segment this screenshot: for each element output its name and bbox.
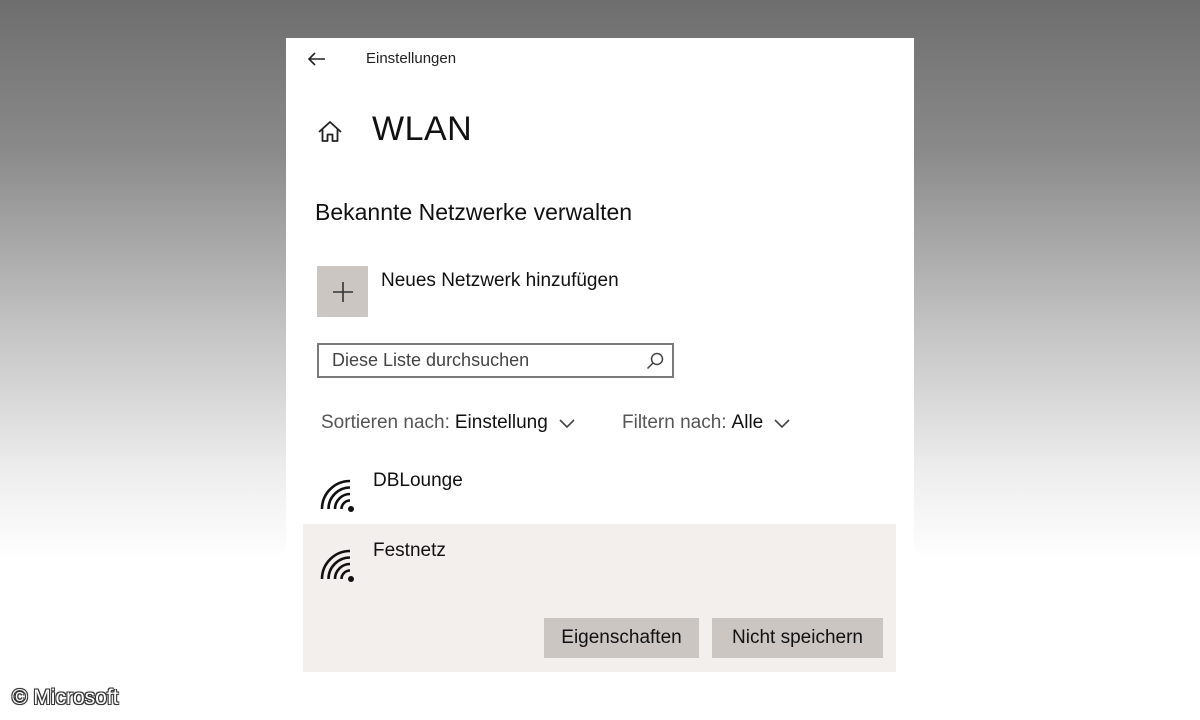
chevron-down-icon xyxy=(559,419,575,429)
add-network-tile[interactable] xyxy=(317,266,368,317)
copyright-watermark: © Microsoft xyxy=(12,686,119,709)
network-item-dblounge[interactable]: DBLounge xyxy=(303,456,896,524)
wifi-icon xyxy=(320,549,354,582)
sort-dropdown[interactable]: Sortieren nach: Einstellung xyxy=(321,412,576,434)
plus-icon xyxy=(332,281,353,302)
network-name: Festnetz xyxy=(373,540,446,561)
filter-value: Alle xyxy=(731,412,764,433)
sort-label: Sortieren nach: xyxy=(321,412,450,433)
properties-button[interactable]: Eigenschaften xyxy=(544,618,699,658)
add-network-label: Neues Netzwerk hinzufügen xyxy=(381,270,619,291)
search-input[interactable] xyxy=(319,345,652,376)
wifi-icon xyxy=(320,479,354,512)
search-icon[interactable] xyxy=(646,352,664,370)
filter-label: Filtern nach: xyxy=(622,412,727,433)
add-network-button[interactable]: Neues Netzwerk hinzufügen xyxy=(317,266,717,318)
sort-value: Einstellung xyxy=(454,412,548,433)
network-name: DBLounge xyxy=(373,470,463,491)
search-box[interactable] xyxy=(317,343,674,378)
filter-dropdown[interactable]: Filtern nach: Alle xyxy=(622,412,791,434)
section-title: Bekannte Netzwerke verwalten xyxy=(315,199,633,225)
home-icon[interactable] xyxy=(316,118,344,146)
forget-network-button[interactable]: Nicht speichern xyxy=(712,618,883,658)
app-title: Einstellungen xyxy=(366,50,457,67)
page-title: WLAN xyxy=(372,110,473,148)
chevron-down-icon xyxy=(774,419,790,429)
back-button[interactable] xyxy=(300,46,334,72)
network-item-festnetz[interactable]: Festnetz Eigenschaften Nicht speichern xyxy=(303,524,896,672)
title-bar: Einstellungen xyxy=(286,38,914,82)
settings-window: Einstellungen WLAN Bekannte Netzwerke ve… xyxy=(286,38,914,720)
arrow-left-icon xyxy=(308,52,325,66)
